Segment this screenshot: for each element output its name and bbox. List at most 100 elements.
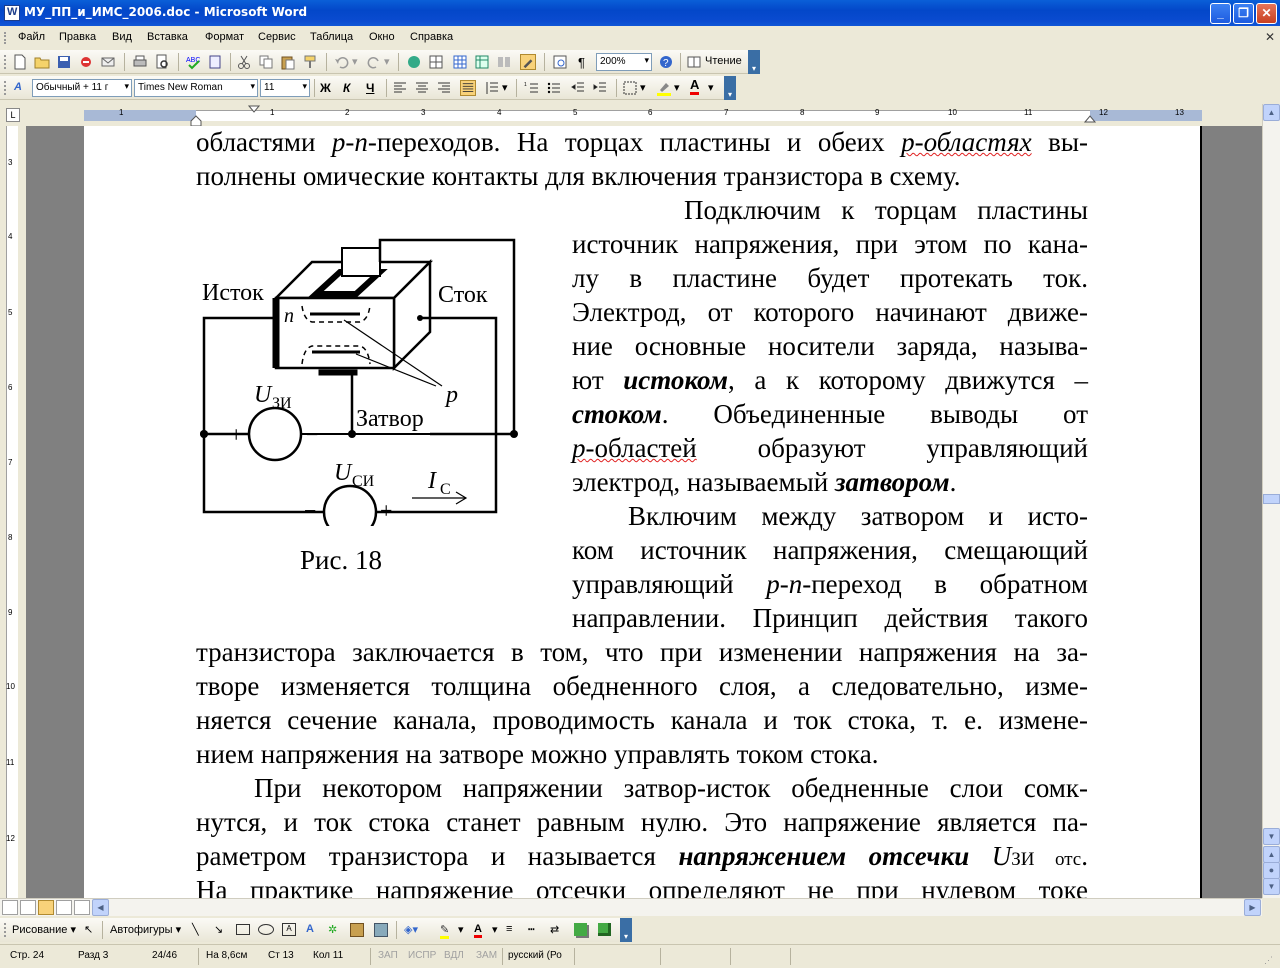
diagram-icon[interactable]: ✲: [328, 923, 337, 936]
line-color-icon[interactable]: ✎: [440, 923, 450, 939]
save-icon[interactable]: [56, 54, 72, 70]
toolbar-grip[interactable]: [4, 55, 7, 69]
email-icon[interactable]: [100, 54, 116, 70]
shadow-style-icon[interactable]: [574, 923, 587, 936]
borders-icon[interactable]: [622, 80, 638, 96]
arrow-style-icon[interactable]: ⇄: [550, 923, 559, 936]
menu-edit[interactable]: Правка: [59, 31, 96, 43]
read-icon[interactable]: [686, 54, 702, 70]
menu-format[interactable]: Формат: [205, 31, 244, 43]
highlight-icon[interactable]: [656, 80, 672, 96]
line-color-dropdown-icon[interactable]: ▾: [458, 923, 464, 936]
scroll-down-button[interactable]: ▼: [1263, 828, 1280, 845]
menu-help[interactable]: Справка: [410, 31, 453, 43]
document-map-icon[interactable]: [552, 54, 568, 70]
document-area[interactable]: областями p-n-переходов. На торцах пласт…: [26, 126, 1262, 898]
font-size-select[interactable]: 11: [260, 79, 310, 97]
clipart-icon[interactable]: [350, 923, 364, 937]
insert-excel-icon[interactable]: [474, 54, 490, 70]
web-view-button[interactable]: [20, 900, 36, 915]
cut-icon[interactable]: [236, 54, 252, 70]
open-folder-icon[interactable]: [34, 54, 50, 70]
align-center-icon[interactable]: [414, 80, 430, 96]
toolbar-options-icon[interactable]: ▾: [620, 918, 632, 942]
horizontal-ruler[interactable]: L 1 1 2 3 4 5 6 7 8 9 10 11 12 13: [0, 104, 1280, 127]
undo-icon[interactable]: [334, 54, 350, 70]
menu-view[interactable]: Вид: [112, 31, 132, 43]
toolbar-grip[interactable]: [4, 81, 7, 95]
figure-jfet-circuit[interactable]: Исток Сток Затвор n p U ЗИ U СИ I С + − …: [184, 236, 534, 526]
scroll-left-button[interactable]: ◀: [92, 899, 109, 916]
textbox-tool-icon[interactable]: A: [282, 923, 296, 936]
redo-dropdown-icon[interactable]: ▾: [384, 55, 390, 68]
italic-button[interactable]: К: [343, 81, 350, 95]
borders-dropdown-icon[interactable]: ▾: [640, 81, 646, 94]
line-tool-icon[interactable]: ╲: [192, 923, 199, 936]
bullets-icon[interactable]: [546, 80, 562, 96]
insert-picture-icon[interactable]: [374, 923, 388, 937]
next-page-button[interactable]: ▼: [1263, 878, 1280, 895]
rectangle-tool-icon[interactable]: [236, 924, 250, 935]
wordart-icon[interactable]: A: [306, 923, 314, 935]
word-app-icon[interactable]: [4, 5, 20, 21]
align-right-icon[interactable]: [436, 80, 452, 96]
new-document-icon[interactable]: [12, 54, 28, 70]
numbering-icon[interactable]: 1: [524, 80, 540, 96]
paste-icon[interactable]: [280, 54, 296, 70]
toolbar-options-icon[interactable]: ▾: [748, 50, 760, 74]
decrease-indent-icon[interactable]: [570, 80, 586, 96]
format-painter-icon[interactable]: [302, 54, 318, 70]
increase-indent-icon[interactable]: [592, 80, 608, 96]
copy-icon[interactable]: [258, 54, 274, 70]
right-indent-marker[interactable]: [1084, 115, 1096, 123]
menu-table[interactable]: Таблица: [310, 31, 353, 43]
tab-stop-selector[interactable]: L: [6, 108, 20, 122]
hyperlink-icon[interactable]: [406, 54, 422, 70]
outline-view-button[interactable]: [56, 900, 72, 915]
normal-view-button[interactable]: [2, 900, 18, 915]
justify-icon[interactable]: [460, 80, 476, 96]
first-line-indent-marker[interactable]: [248, 105, 260, 113]
scroll-thumb[interactable]: [1263, 494, 1280, 504]
spelling-icon[interactable]: ABC: [186, 54, 202, 70]
restore-button[interactable]: ❐: [1233, 3, 1254, 24]
font-color-icon[interactable]: A: [690, 78, 700, 95]
align-left-icon[interactable]: [392, 80, 408, 96]
draw-menu-button[interactable]: Рисование ▾: [12, 923, 76, 936]
menu-grip[interactable]: [4, 32, 12, 44]
status-language[interactable]: русский (Ро: [508, 950, 562, 961]
styles-pane-icon[interactable]: A: [14, 81, 22, 93]
zoom-select[interactable]: 200%: [596, 53, 652, 71]
toolbar-grip[interactable]: [4, 923, 7, 937]
fill-color-icon[interactable]: ◈▾: [404, 923, 418, 936]
status-rec[interactable]: ЗАП: [378, 950, 398, 961]
font-color-dropdown-icon[interactable]: ▾: [708, 81, 714, 94]
toolbar-options-icon[interactable]: ▾: [724, 76, 736, 100]
menu-tools[interactable]: Сервис: [258, 31, 296, 43]
menu-file[interactable]: Файл: [18, 31, 45, 43]
previous-page-button[interactable]: ▲: [1263, 846, 1280, 863]
insert-table-icon[interactable]: [452, 54, 468, 70]
text-color-icon[interactable]: A: [474, 923, 482, 938]
print-icon[interactable]: [132, 54, 148, 70]
vertical-scrollbar[interactable]: ▲ ▼ ▲ ● ▼: [1262, 104, 1280, 898]
research-icon[interactable]: [208, 54, 224, 70]
help-icon[interactable]: ?: [658, 54, 674, 70]
scroll-up-button[interactable]: ▲: [1263, 104, 1280, 121]
line-spacing-dropdown-icon[interactable]: ▾: [502, 81, 508, 94]
font-select[interactable]: Times New Roman: [134, 79, 258, 97]
dash-style-icon[interactable]: ┅: [528, 923, 535, 936]
redo-icon[interactable]: [366, 54, 382, 70]
bold-button[interactable]: Ж: [320, 81, 331, 95]
text-color-dropdown-icon[interactable]: ▾: [492, 923, 498, 936]
oval-tool-icon[interactable]: [258, 924, 274, 935]
line-spacing-icon[interactable]: [484, 80, 500, 96]
underline-button[interactable]: Ч: [366, 81, 374, 95]
select-objects-icon[interactable]: ↖: [84, 923, 93, 936]
line-style-icon[interactable]: ≡: [506, 923, 512, 935]
tables-borders-icon[interactable]: [428, 54, 444, 70]
minimize-button[interactable]: _: [1210, 3, 1231, 24]
show-formatting-icon[interactable]: ¶: [578, 55, 585, 70]
drawing-toggle-icon[interactable]: [520, 54, 536, 70]
status-trk[interactable]: ИСПР: [408, 950, 436, 961]
